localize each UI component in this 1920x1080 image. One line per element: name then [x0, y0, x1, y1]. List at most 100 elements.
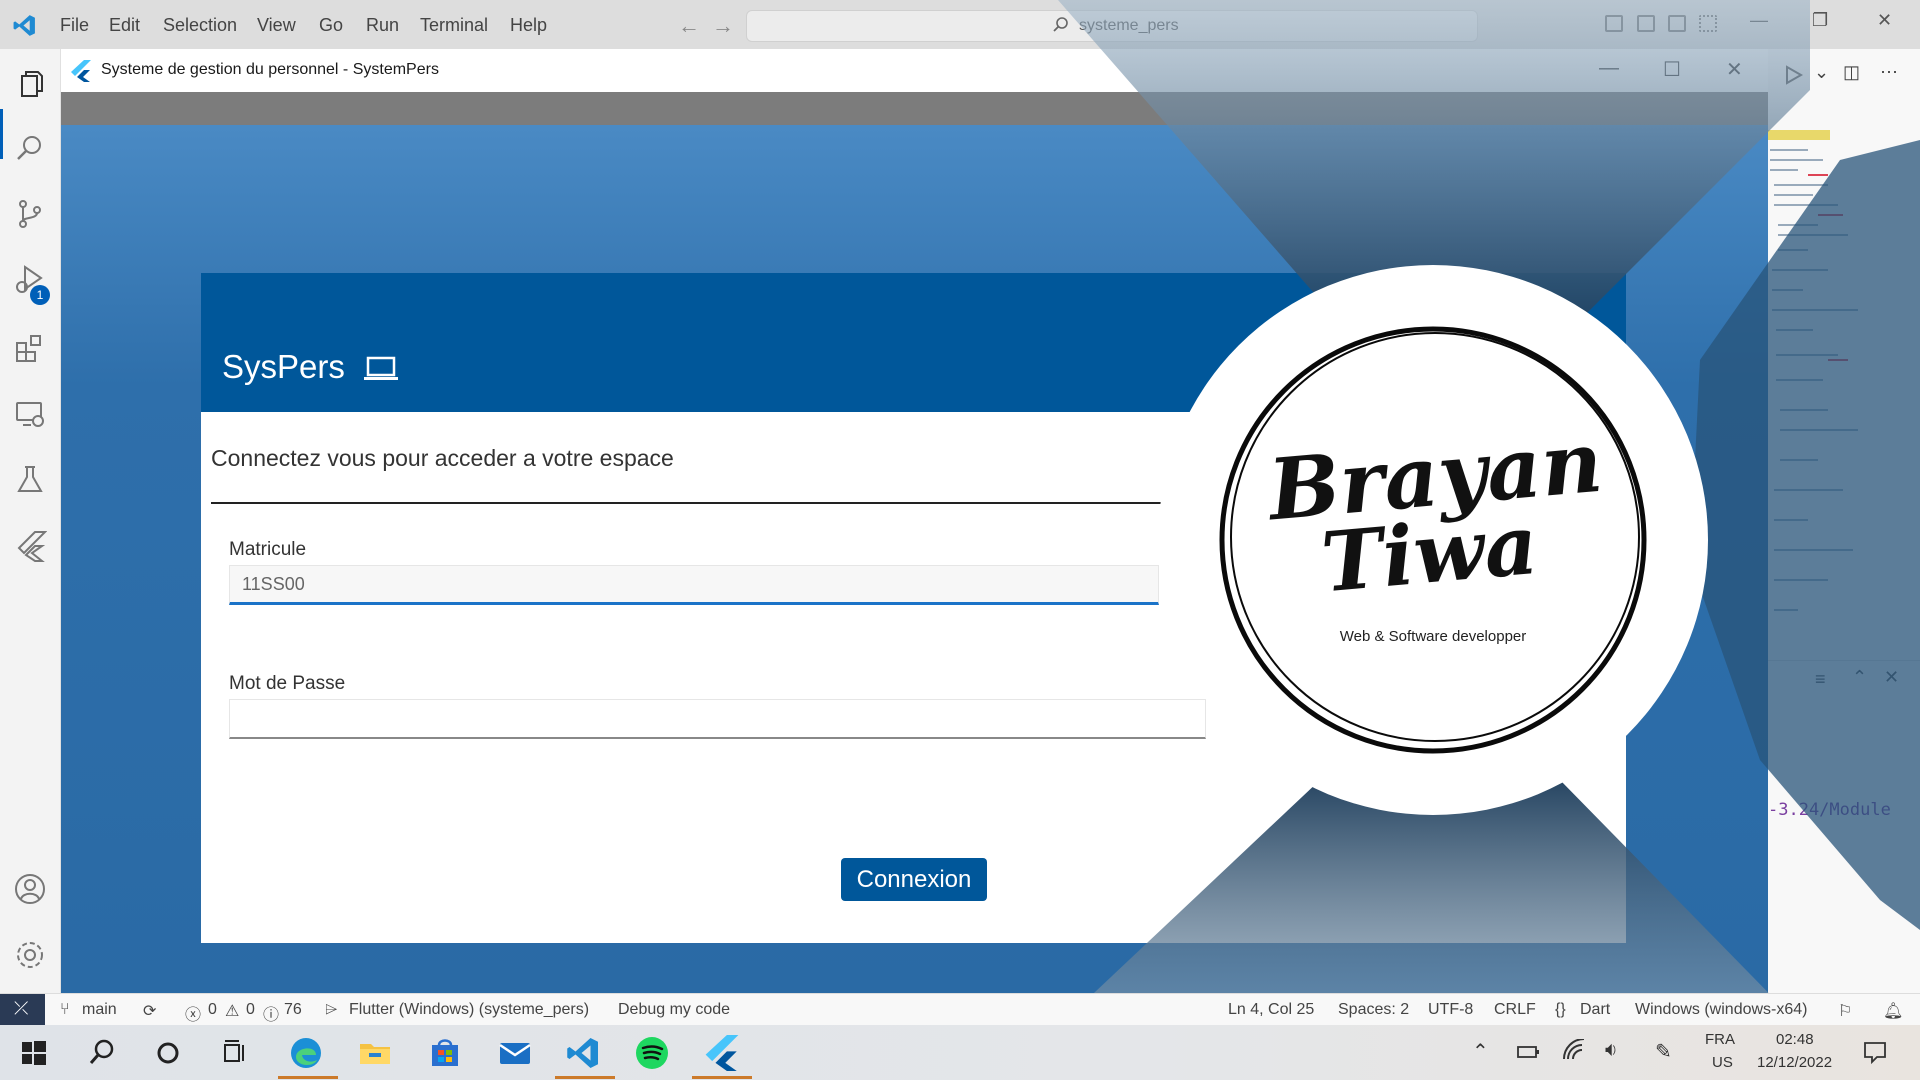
start-icon[interactable]: [16, 1035, 52, 1071]
errors-count[interactable]: 0: [208, 1001, 217, 1019]
battery-icon[interactable]: [1515, 1042, 1541, 1062]
app-title-bar: Systeme de gestion du personnel - System…: [61, 49, 1768, 92]
edge-icon[interactable]: [288, 1035, 324, 1071]
device-icon: ⌲: [325, 1001, 338, 1018]
app-appbar: [61, 92, 1768, 125]
maximize-panel-icon[interactable]: ⌃: [1852, 667, 1867, 688]
clock-date[interactable]: 12/12/2022: [1757, 1054, 1832, 1071]
app-body: SysPers Connectez vous pour acceder a vo…: [61, 125, 1768, 993]
branch-name[interactable]: main: [82, 1001, 117, 1019]
file-explorer-icon[interactable]: [357, 1035, 393, 1071]
close-panel-icon[interactable]: ✕: [1884, 667, 1899, 688]
notification-center-icon[interactable]: [1862, 1039, 1888, 1065]
title-bar: File Edit Selection View Go Run Terminal…: [0, 0, 1920, 49]
pen-icon[interactable]: ✎: [1655, 1039, 1672, 1064]
indentation[interactable]: Spaces: 2: [1338, 1001, 1409, 1019]
flutter-app-icon[interactable]: [704, 1035, 740, 1071]
minimap[interactable]: [1768, 130, 1878, 630]
branch-icon: ⑂: [60, 1001, 70, 1018]
search-icon[interactable]: [13, 131, 47, 165]
run-dropdown-icon[interactable]: [1783, 63, 1809, 87]
remote-explorer-icon[interactable]: [13, 397, 47, 431]
customize-layout-icon[interactable]: [1699, 15, 1717, 32]
menu-run[interactable]: Run: [366, 15, 399, 36]
login-subtitle: Connectez vous pour acceder a votre espa…: [211, 445, 674, 471]
cursor-position[interactable]: Ln 4, Col 25: [1228, 1001, 1314, 1019]
info-count[interactable]: 76: [284, 1001, 302, 1019]
encoding[interactable]: UTF-8: [1428, 1001, 1473, 1019]
terminal-output: -3.24/Module: [1768, 800, 1891, 820]
minimize-icon[interactable]: —: [1750, 10, 1768, 31]
menu-selection[interactable]: Selection: [163, 15, 237, 36]
extensions-icon[interactable]: [13, 331, 47, 365]
language-line1[interactable]: FRA: [1705, 1031, 1735, 1048]
search-icon[interactable]: [84, 1035, 120, 1071]
warning-icon: ⚠: [225, 1003, 240, 1020]
target-platform[interactable]: Windows (windows-x64): [1635, 1001, 1808, 1019]
mail-icon[interactable]: [497, 1035, 533, 1071]
flutter-app-window: Systeme de gestion du personnel - System…: [61, 49, 1768, 993]
braces-icon: {}: [1555, 1001, 1566, 1018]
menu-view[interactable]: View: [257, 15, 296, 36]
feedback-icon[interactable]: ⚐: [1838, 1001, 1852, 1021]
app-window-title: Systeme de gestion du personnel - System…: [101, 61, 439, 78]
flutter-logo-icon: [71, 60, 91, 82]
cortana-icon[interactable]: [150, 1035, 186, 1071]
clock-time[interactable]: 02:48: [1776, 1031, 1814, 1048]
app-minimize-icon[interactable]: —: [1599, 57, 1619, 80]
menu-terminal[interactable]: Terminal: [420, 15, 488, 36]
debug-mode[interactable]: Debug my code: [618, 1001, 730, 1019]
source-control-icon[interactable]: [13, 197, 47, 231]
forward-arrow-icon[interactable]: →: [712, 13, 734, 39]
password-field[interactable]: [229, 699, 1206, 739]
show-hidden-icons[interactable]: ⌃: [1472, 1039, 1489, 1064]
sync-icon[interactable]: ⟳: [143, 1001, 156, 1021]
menu-edit[interactable]: Edit: [109, 15, 140, 36]
notifications-icon[interactable]: 🔔︎: [1883, 1001, 1903, 1021]
store-icon[interactable]: [427, 1035, 463, 1071]
list-icon[interactable]: ≡: [1815, 669, 1826, 690]
settings-icon[interactable]: [13, 938, 47, 972]
taskbar: ⌃ 🔉︎ ✎ FRA US 02:48 12/12/2022: [0, 1025, 1920, 1080]
split-editor-icon[interactable]: ◫: [1843, 62, 1860, 83]
matricule-field[interactable]: [229, 565, 1159, 605]
info-icon: ⓘ: [263, 1007, 280, 1024]
flutter-device[interactable]: Flutter (Windows) (systeme_pers): [349, 1001, 589, 1019]
remote-indicator[interactable]: ⤫: [0, 994, 45, 1026]
flutter-active-indicator: [692, 1076, 752, 1079]
status-bar: ⤫ ⑂ main ⟳ ⓧ 0 ⚠ 0 ⓘ 76 ⌲ Flutter (Windo…: [0, 993, 1920, 1026]
line-ending[interactable]: CRLF: [1494, 1001, 1536, 1019]
toggle-panel-icon[interactable]: [1637, 15, 1655, 32]
vscode-logo-icon: [13, 15, 35, 36]
chevron-down-icon[interactable]: ⌄: [1814, 62, 1829, 83]
toggle-secondary-sidebar-icon[interactable]: [1668, 15, 1686, 32]
app-maximize-icon[interactable]: ☐: [1663, 57, 1681, 82]
task-view-icon[interactable]: [217, 1035, 253, 1071]
vscode-icon[interactable]: [565, 1035, 601, 1071]
back-arrow-icon[interactable]: ←: [678, 13, 700, 39]
menu-file[interactable]: File: [60, 15, 89, 36]
language-line2[interactable]: US: [1712, 1054, 1733, 1071]
menu-help[interactable]: Help: [510, 15, 547, 36]
close-icon[interactable]: ✕: [1877, 10, 1892, 31]
explorer-icon[interactable]: [13, 67, 47, 101]
account-icon[interactable]: [13, 872, 47, 906]
volume-icon[interactable]: 🔉︎: [1605, 1039, 1618, 1062]
menu-go[interactable]: Go: [319, 15, 343, 36]
flutter-icon[interactable]: [13, 529, 47, 563]
more-actions-icon[interactable]: ⋯: [1880, 62, 1898, 83]
spotify-icon[interactable]: [634, 1035, 670, 1071]
testing-icon[interactable]: [13, 463, 47, 497]
connexion-button[interactable]: Connexion: [841, 858, 987, 901]
toggle-sidebar-icon[interactable]: [1605, 15, 1623, 32]
restore-icon[interactable]: ❐: [1812, 10, 1828, 31]
app-close-icon[interactable]: ✕: [1726, 57, 1743, 82]
remote-icon: ⤫: [14, 998, 29, 1018]
wifi-icon[interactable]: [1562, 1039, 1586, 1063]
password-label: Mot de Passe: [229, 673, 346, 694]
matricule-input[interactable]: [230, 566, 1158, 602]
command-center[interactable]: systeme_pers: [746, 10, 1478, 42]
warnings-count[interactable]: 0: [246, 1001, 255, 1019]
language-mode[interactable]: Dart: [1580, 1001, 1610, 1019]
password-input[interactable]: [230, 700, 1205, 737]
